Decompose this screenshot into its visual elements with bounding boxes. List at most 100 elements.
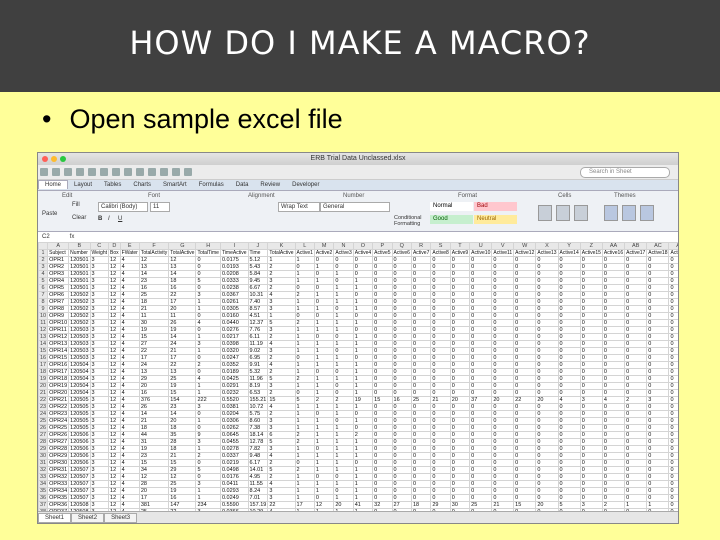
cell[interactable]: 0 — [535, 368, 559, 376]
cell[interactable]: 3 — [89, 354, 110, 362]
cell[interactable]: 0 — [646, 284, 670, 292]
row-number[interactable]: 19 — [38, 375, 49, 383]
cell[interactable]: 7.38 — [247, 424, 269, 432]
cell[interactable]: 0 — [195, 473, 221, 481]
cell[interactable]: 0.0498 — [219, 466, 249, 474]
cell[interactable]: Active14 — [557, 249, 581, 257]
cell[interactable]: 0 — [449, 417, 471, 425]
cell[interactable]: 0 — [579, 277, 603, 285]
cell[interactable]: 0 — [601, 459, 626, 467]
cell[interactable]: 9.45 — [247, 277, 269, 285]
cell[interactable]: 3 — [267, 326, 296, 334]
cell[interactable]: 12 — [108, 375, 121, 383]
cell[interactable]: 0 — [513, 438, 537, 446]
column-header[interactable]: Z — [579, 242, 603, 250]
cell[interactable]: 0 — [646, 438, 670, 446]
cell[interactable]: 0 — [449, 480, 471, 488]
cell[interactable]: 0 — [352, 410, 374, 418]
cell[interactable]: OPR10 — [47, 319, 70, 327]
cell[interactable]: TimeActive — [219, 249, 249, 257]
row-number[interactable]: 34 — [38, 480, 49, 488]
cell[interactable]: 1 — [333, 403, 354, 411]
column-header[interactable]: E — [119, 242, 140, 250]
cell[interactable]: 12 — [108, 326, 121, 334]
cell[interactable]: 0 — [491, 459, 515, 467]
cell[interactable]: 0 — [430, 305, 451, 313]
cell[interactable]: 147 — [168, 501, 197, 509]
cell[interactable]: 0 — [391, 459, 412, 467]
cell[interactable]: 0 — [579, 361, 603, 369]
cell[interactable]: 0 — [491, 305, 515, 313]
cell[interactable]: 120505 — [68, 424, 91, 432]
cell[interactable]: 0 — [469, 424, 493, 432]
cell[interactable]: 0 — [449, 389, 471, 397]
cell[interactable]: 12 — [108, 291, 121, 299]
cell[interactable]: 0 — [449, 410, 471, 418]
cell[interactable]: 0 — [646, 487, 670, 495]
cell[interactable]: 0 — [535, 354, 559, 362]
tab-tables[interactable]: Tables — [98, 181, 127, 189]
cell[interactable]: 0 — [535, 277, 559, 285]
cell[interactable]: 5.75 — [247, 410, 269, 418]
cell[interactable]: 18 — [168, 424, 197, 432]
cell[interactable]: 0 — [391, 305, 412, 313]
cell[interactable]: OPR1 — [47, 256, 70, 264]
cell[interactable]: 0 — [557, 473, 581, 481]
cell[interactable]: 1 — [294, 298, 315, 306]
row-number[interactable]: 15 — [38, 347, 49, 355]
cell[interactable]: 0 — [491, 326, 515, 334]
cell[interactable]: 0 — [410, 424, 432, 432]
cell[interactable]: 0 — [624, 305, 648, 313]
style-normal[interactable]: Normal — [430, 202, 473, 211]
cell[interactable]: 5.12 — [247, 256, 269, 264]
cell[interactable]: 0 — [601, 431, 626, 439]
cell[interactable]: 0 — [372, 319, 393, 327]
cell[interactable]: 0 — [668, 368, 678, 376]
cell[interactable]: 120504 — [68, 382, 91, 390]
cell[interactable]: 4 — [119, 452, 140, 460]
cell[interactable]: 0 — [668, 389, 678, 397]
toolbox-icon[interactable] — [160, 168, 168, 176]
cell[interactable]: 0 — [579, 480, 603, 488]
cell[interactable]: 3 — [89, 319, 110, 327]
cell[interactable]: OPR5 — [47, 284, 70, 292]
row-number[interactable]: 27 — [38, 431, 49, 439]
cell[interactable]: 0 — [646, 417, 670, 425]
column-header[interactable]: H — [195, 242, 221, 250]
cell[interactable]: 0 — [646, 389, 670, 397]
cell[interactable]: 22 — [138, 347, 170, 355]
cell[interactable]: 120507 — [68, 487, 91, 495]
cell[interactable]: 4 — [119, 389, 140, 397]
cell[interactable]: 0 — [469, 375, 493, 383]
cell[interactable]: 0 — [410, 284, 432, 292]
cell[interactable]: 3 — [89, 445, 110, 453]
clear-button[interactable]: Clear — [72, 215, 86, 221]
cell[interactable]: 12.37 — [247, 319, 269, 327]
cell[interactable]: 0 — [668, 417, 678, 425]
cell[interactable]: 0 — [491, 445, 515, 453]
cell[interactable]: 5 — [267, 466, 296, 474]
cell[interactable]: 0 — [668, 354, 678, 362]
row-number[interactable]: 32 — [38, 466, 49, 474]
cell[interactable]: 12 — [108, 312, 121, 320]
cell[interactable]: OPR32 — [47, 473, 70, 481]
cell[interactable]: 0 — [195, 424, 221, 432]
cell[interactable]: 0 — [646, 347, 670, 355]
zoom-icon[interactable] — [172, 168, 180, 176]
cell[interactable]: 0 — [624, 452, 648, 460]
cell[interactable]: 0 — [449, 277, 471, 285]
cell[interactable]: 0 — [579, 389, 603, 397]
cell[interactable]: 1 — [352, 305, 374, 313]
cell[interactable]: 0 — [513, 382, 537, 390]
cell[interactable]: 22 — [267, 501, 296, 509]
cell[interactable]: 0 — [372, 438, 393, 446]
cell[interactable]: 12 — [108, 389, 121, 397]
cell[interactable]: 1 — [333, 459, 354, 467]
cell[interactable]: 0 — [601, 256, 626, 264]
cell-reference[interactable]: C2 — [42, 234, 50, 240]
wrap-text-button[interactable]: Wrap Text — [278, 202, 320, 212]
cell[interactable]: 0 — [469, 438, 493, 446]
cell[interactable]: 0 — [557, 277, 581, 285]
cell[interactable]: 25 — [168, 375, 197, 383]
cell[interactable]: 1 — [333, 284, 354, 292]
